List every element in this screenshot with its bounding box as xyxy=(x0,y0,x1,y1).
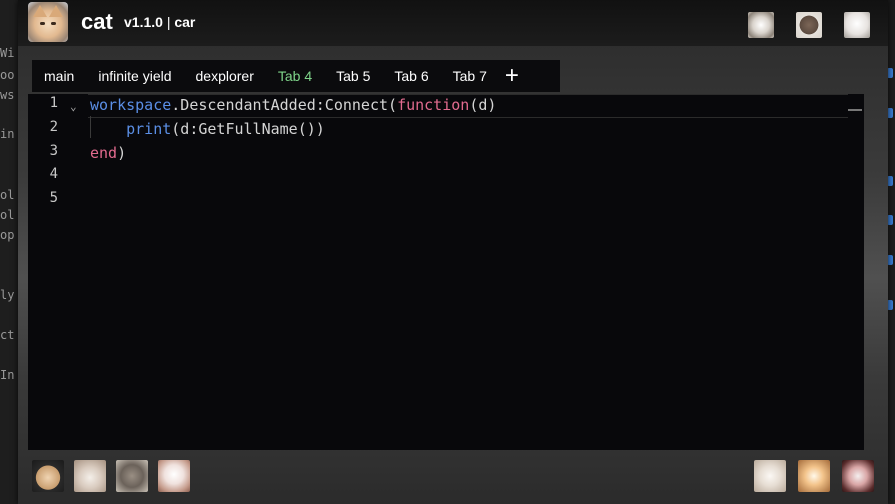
version-separator: | xyxy=(166,14,171,30)
cat-avatar-icon[interactable] xyxy=(844,12,870,38)
background-text: ly xyxy=(0,288,15,302)
background-text: ws xyxy=(0,88,15,102)
code-line-3: end) xyxy=(90,142,126,164)
tab-4[interactable]: Tab 4 xyxy=(266,60,324,92)
scrollbar-marker[interactable] xyxy=(848,109,862,111)
line-number: 3 xyxy=(49,143,58,159)
subtitle-label: car xyxy=(174,14,196,30)
background-text: ct xyxy=(0,328,15,342)
app-name: cat xyxy=(81,9,113,34)
tab-6[interactable]: Tab 6 xyxy=(382,60,440,92)
code-token: workspace xyxy=(90,96,172,114)
code-token: .DescendantAdded:Connect( xyxy=(171,96,398,114)
cat-avatar-icon[interactable] xyxy=(158,460,190,492)
code-line-1: workspace.DescendantAdded:Connect(functi… xyxy=(90,94,496,116)
code-line-2: print(d:GetFullName()) xyxy=(90,118,325,140)
bottom-right-avatar-group xyxy=(754,460,874,492)
add-tab-button[interactable]: + xyxy=(499,61,529,91)
line-number: 4 xyxy=(49,166,58,182)
tab-5[interactable]: Tab 5 xyxy=(324,60,382,92)
cat-avatar-icon[interactable] xyxy=(754,460,786,492)
background-text: In xyxy=(0,368,15,382)
background-editor-left: Wi oo ws in ol ol op ly ct In xyxy=(0,0,18,504)
tab-infinite-yield[interactable]: infinite yield xyxy=(86,60,183,92)
cat-avatar-icon[interactable] xyxy=(796,12,822,38)
line-number: 2 xyxy=(49,119,58,135)
code-token: ) xyxy=(117,144,127,162)
cat-avatar-icon[interactable] xyxy=(74,460,106,492)
cat-avatar-icon[interactable] xyxy=(798,460,830,492)
code-token: (d) xyxy=(469,96,497,114)
cat-avatar-icon[interactable] xyxy=(116,460,148,492)
background-text: in xyxy=(0,127,15,141)
line-number: 5 xyxy=(49,190,58,206)
background-text: ol xyxy=(0,188,15,202)
line-gutter: 1 2 3 4 5 ⌄ xyxy=(28,94,88,450)
tab-bar: main infinite yield dexplorer Tab 4 Tab … xyxy=(32,60,560,92)
code-token: function xyxy=(397,96,470,114)
code-editor[interactable]: 1 2 3 4 5 ⌄ workspace.DescendantAdded:Co… xyxy=(28,94,864,450)
version-label: v1.1.0 xyxy=(124,14,163,30)
line-number: 1 xyxy=(49,95,58,111)
background-text: op xyxy=(0,228,15,242)
fold-chevron-icon[interactable]: ⌄ xyxy=(70,100,80,113)
code-token: print xyxy=(126,120,172,138)
background-text: oo xyxy=(0,68,15,82)
background-editor-right xyxy=(887,40,895,504)
cat-avatar-icon[interactable] xyxy=(32,460,64,492)
tab-main[interactable]: main xyxy=(32,60,86,92)
code-token: (d:GetFullName()) xyxy=(171,120,325,138)
code-token: end xyxy=(90,144,118,162)
executor-window: cat v1.1.0 | car main infinite yield dex… xyxy=(18,0,888,504)
title-bar[interactable]: cat v1.1.0 | car xyxy=(18,0,888,46)
cat-avatar-icon[interactable] xyxy=(748,12,774,38)
bottom-left-avatar-group xyxy=(32,460,190,492)
tab-7[interactable]: Tab 7 xyxy=(441,60,499,92)
top-avatar-group xyxy=(726,12,870,38)
tab-dexplorer[interactable]: dexplorer xyxy=(184,60,266,92)
background-text: ol xyxy=(0,208,15,222)
cat-avatar-icon[interactable] xyxy=(842,460,874,492)
cat-logo-icon xyxy=(28,2,68,42)
app-version: v1.1.0 | car xyxy=(124,14,195,30)
background-text: Wi xyxy=(0,46,15,60)
